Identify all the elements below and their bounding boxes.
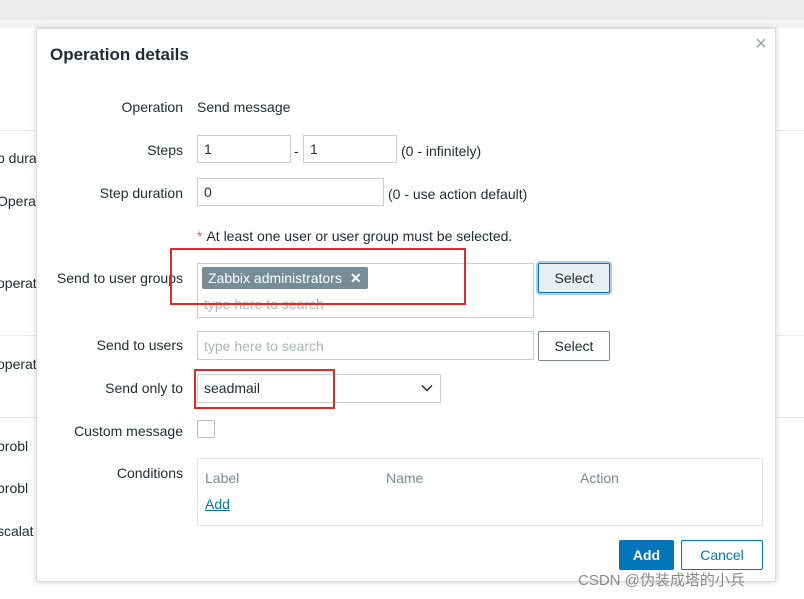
- conditions-label: Conditions: [116, 465, 183, 481]
- background-label: operat: [0, 356, 37, 372]
- background-subbar: [0, 20, 804, 28]
- background-label: operat: [0, 275, 37, 291]
- required-star: *: [197, 228, 203, 244]
- chevron-down-icon: [421, 384, 433, 392]
- close-icon[interactable]: ×: [752, 34, 770, 54]
- custom-message-checkbox[interactable]: [197, 420, 215, 438]
- operation-details-dialog: Operation details × Operation Send messa…: [36, 28, 776, 582]
- dialog-title: Operation details: [50, 45, 189, 64]
- operation-value: Send message: [197, 99, 291, 115]
- conditions-add-link[interactable]: Add: [205, 496, 230, 512]
- background-label: scalat: [0, 523, 34, 539]
- users-select-button[interactable]: Select: [538, 331, 610, 361]
- background-topbar: [0, 0, 804, 20]
- operation-label: Operation: [121, 99, 183, 115]
- add-button[interactable]: Add: [619, 540, 674, 570]
- cancel-button[interactable]: Cancel: [681, 540, 763, 570]
- conditions-table: Label Name Action Add: [197, 458, 763, 526]
- required-note-text: At least one user or user group must be …: [206, 228, 513, 244]
- background-label: p dura: [0, 150, 37, 166]
- steps-to-input[interactable]: [303, 135, 397, 163]
- conditions-header-label: Label: [205, 470, 240, 486]
- annotation-highlight-send-only-to: [194, 369, 335, 409]
- watermark-text: CSDN @伪装成塔的小兵: [578, 572, 745, 589]
- send-only-to-label: Send only to: [105, 380, 183, 396]
- user-groups-label: Send to user groups: [56, 270, 183, 286]
- steps-separator: -: [294, 143, 299, 159]
- step-duration-hint: (0 - use action default): [388, 186, 528, 202]
- step-duration-input[interactable]: [197, 178, 384, 206]
- steps-hint: (0 - infinitely): [401, 143, 482, 159]
- required-note: * At least one user or user group must be…: [197, 228, 512, 244]
- background-label: Operat: [0, 193, 40, 209]
- conditions-header-action: Action: [580, 470, 619, 486]
- users-search-input[interactable]: [197, 331, 534, 360]
- annotation-highlight-user-groups: [170, 248, 466, 305]
- users-label: Send to users: [96, 337, 183, 353]
- step-duration-label: Step duration: [99, 185, 183, 201]
- background-label: probl: [0, 438, 29, 454]
- background-label: probl: [0, 480, 29, 496]
- user-groups-select-button[interactable]: Select: [538, 263, 610, 293]
- conditions-header-name: Name: [386, 470, 424, 486]
- steps-from-input[interactable]: [197, 135, 291, 163]
- steps-label: Steps: [147, 142, 183, 158]
- custom-message-label: Custom message: [74, 423, 183, 439]
